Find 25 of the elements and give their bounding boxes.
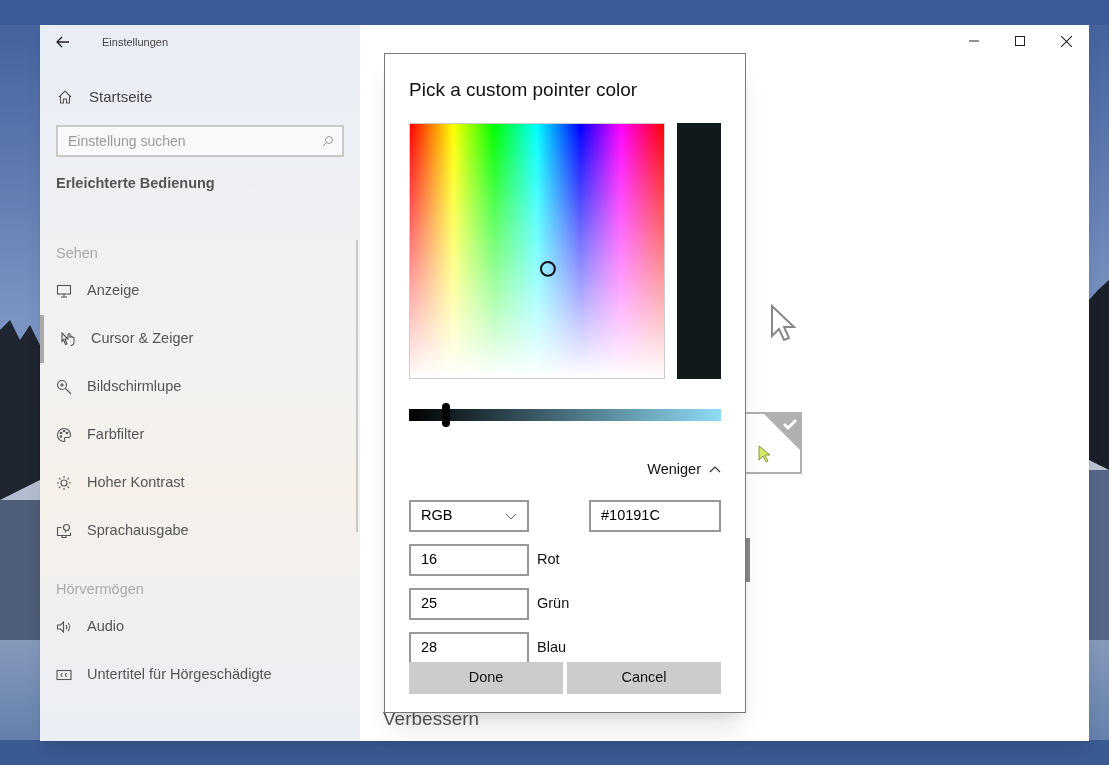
nav-item[interactable]: Audio xyxy=(40,602,360,651)
nav-item[interactable]: Bildschirmlupe xyxy=(40,362,360,411)
section-title: Erleichterte Bedienung xyxy=(55,174,216,193)
group-heading: Sehen xyxy=(55,243,99,263)
section-heading: Verbessern xyxy=(383,707,480,731)
channel-field[interactable]: 16 xyxy=(409,544,529,577)
expand-toggle[interactable]: Weniger xyxy=(647,458,721,481)
dialog-button[interactable]: Cancel xyxy=(567,662,721,695)
channel-field[interactable]: 25 xyxy=(409,588,529,621)
home-link[interactable]: Startseite xyxy=(40,79,360,115)
channel-label: Grün xyxy=(537,594,570,614)
channel-label: Rot xyxy=(537,550,560,570)
channel-label: Blau xyxy=(537,638,567,658)
nav-item[interactable]: Hoher Kontrast xyxy=(40,458,360,507)
dialog-button[interactable]: Done xyxy=(409,662,563,695)
nav-item[interactable]: Anzeige xyxy=(40,266,360,315)
nav-item[interactable]: Farbfilter xyxy=(40,410,360,459)
nav-item[interactable]: Untertitel für Hörgeschädigte xyxy=(40,650,360,699)
hex-field[interactable]: #10191C xyxy=(589,500,721,533)
window-title: Einstellungen xyxy=(102,34,169,50)
search-field[interactable]: Einstellung suchen xyxy=(56,125,344,157)
dialog-title: Pick a custom pointer color xyxy=(409,78,639,102)
nav-item[interactable]: Sprachausgabe xyxy=(40,506,360,555)
mode-dropdown[interactable]: RGB xyxy=(409,500,529,533)
group-heading: Hörvermögen xyxy=(55,579,145,599)
